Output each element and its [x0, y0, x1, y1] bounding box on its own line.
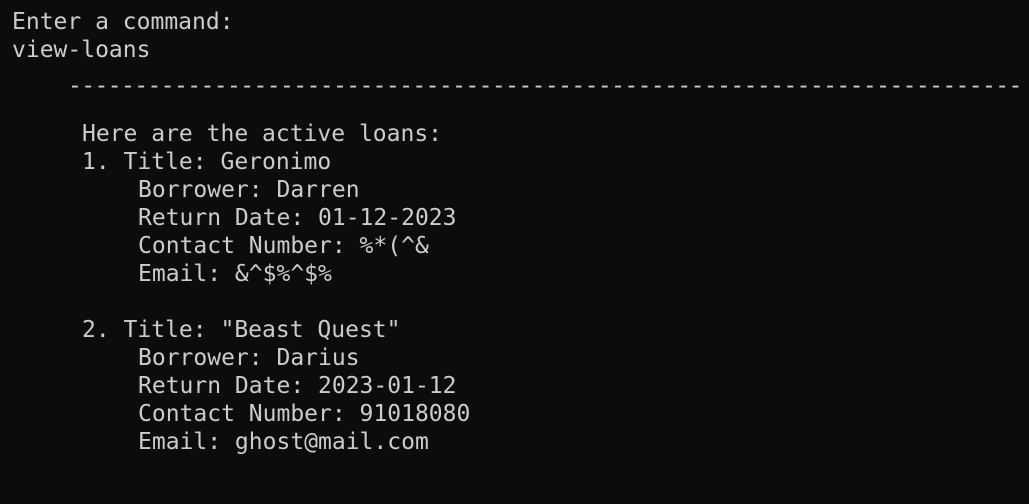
loans-heading: Here are the active loans: — [82, 121, 443, 147]
command-input-echo: view-loans — [12, 37, 151, 63]
command-prompt: Enter a command: — [12, 9, 234, 35]
loan-email: Email: &^$%^$% — [138, 261, 332, 287]
terminal-window[interactable]: Enter a command: view-loans ------------… — [0, 0, 1029, 504]
loan-title: 1. Title: Geronimo — [82, 149, 332, 175]
loan-return-date: Return Date: 01-12-2023 — [138, 205, 457, 231]
divider-line: ----------------------------------------… — [68, 73, 1020, 99]
loan-email: Email: ghost@mail.com — [138, 429, 429, 455]
loan-contact-number: Contact Number: %*(^& — [138, 233, 429, 259]
loan-borrower: Borrower: Darius — [138, 345, 360, 371]
loan-title: 2. Title: "Beast Quest" — [82, 317, 401, 343]
loan-borrower: Borrower: Darren — [138, 177, 360, 203]
loan-return-date: Return Date: 2023-01-12 — [138, 373, 457, 399]
loan-contact-number: Contact Number: 91018080 — [138, 401, 471, 427]
